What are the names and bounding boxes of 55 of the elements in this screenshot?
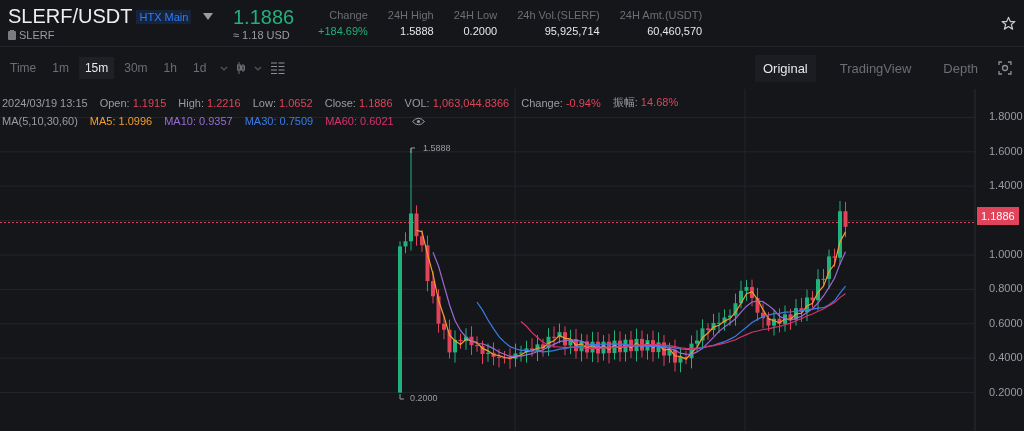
stat-value: 1.5888 [400, 25, 434, 37]
ohlc-field: Change: -0.94% [521, 96, 601, 109]
interval-tab[interactable]: 1d [186, 57, 213, 79]
eye-icon[interactable] [411, 116, 425, 126]
axis-label: 1.8000 [989, 110, 1023, 123]
interval-tab[interactable]: Time [4, 57, 43, 79]
market-badge: HTX Main [136, 9, 192, 24]
interval-tab[interactable]: 1h [157, 57, 183, 79]
axis-label: 0.8000 [989, 282, 1023, 295]
stat-label: Change [329, 9, 368, 21]
ma-value: MA10: 0.9357 [164, 115, 233, 127]
last-price: 1.1886 [233, 5, 296, 29]
interval-tab[interactable]: 1m [46, 57, 75, 79]
view-tab[interactable]: Original [754, 54, 816, 82]
ohlc-field: Close: 1.1886 [324, 96, 393, 109]
ma-value: MA5: 1.0996 [89, 115, 153, 127]
candle-time: 2024/03/19 13:15 [2, 96, 88, 109]
axis-label: 0.4000 [989, 351, 1023, 364]
caret-icon[interactable] [203, 13, 214, 20]
axis-label: 1.6000 [989, 144, 1023, 157]
price-tag: 1.1886 [977, 207, 1019, 225]
stat-value: 95,925,714 [544, 25, 600, 37]
view-tab[interactable]: Depth [935, 54, 986, 82]
ma-value: MA60: 0.6021 [325, 115, 394, 127]
star-icon[interactable] [1001, 15, 1016, 31]
axis-label: 1.0000 [989, 248, 1023, 260]
usd-price: ≈ 1.18 USD [233, 28, 291, 41]
ohlc-field: Low: 1.0652 [252, 96, 313, 109]
axis-label: 0.6000 [989, 316, 1023, 329]
axis-label: 0.2000 [989, 385, 1023, 398]
high-marker: 1.5888 [423, 143, 451, 153]
screenshot-icon[interactable] [998, 61, 1012, 75]
ohlc-field: High: 1.2216 [178, 96, 241, 109]
ohlc-field: 振幅: 14.68% [612, 95, 679, 110]
stat-value: 0.2000 [463, 25, 498, 37]
stat-value: 60,460,570 [647, 25, 703, 37]
interval-tab[interactable]: 15m [78, 57, 115, 79]
ohlc-field: VOL: 1,063,044.8366 [404, 96, 510, 109]
stat-label: 24H High [387, 9, 434, 21]
ohlc-field: Open: 1.1915 [99, 96, 167, 109]
low-marker: 0.2000 [410, 393, 438, 403]
stat-label: 24H Low [453, 9, 498, 21]
coin-icon [8, 30, 16, 40]
stat-label: 24H Amt.(USDT) [619, 9, 703, 21]
view-tab[interactable]: TradingView [831, 54, 920, 82]
candlestick-icon[interactable] [236, 62, 247, 74]
interval-tab[interactable]: 30m [118, 57, 154, 79]
stat-value: +184.69% [318, 25, 368, 37]
axis-label: 1.4000 [989, 179, 1023, 192]
stat-label: 24h Vol.(SLERF) [517, 9, 600, 21]
ma-value: MA30: 0.7509 [244, 115, 314, 127]
asset-name: SLERF [19, 29, 55, 41]
indicator-menu-icon[interactable] [270, 62, 287, 74]
indicator-label: MA(5,10,30,60) [2, 115, 78, 127]
pair-title: SLERF/USDT [8, 5, 133, 28]
